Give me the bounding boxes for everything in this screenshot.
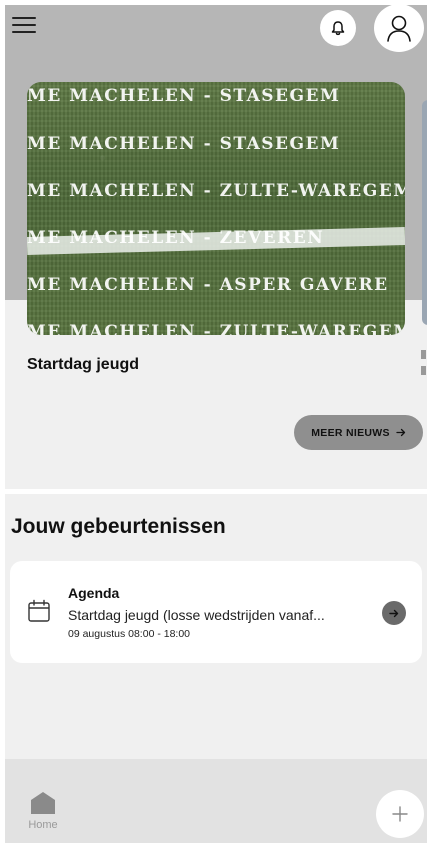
event-description: Startdag jeugd (losse wedstrijden vanaf.… [68, 607, 325, 623]
event-card[interactable]: Agenda Startdag jeugd (losse wedstrijden… [10, 561, 422, 663]
calendar-icon [28, 599, 50, 622]
card-text-line: ME MACHELEN - ASPER GAVERE [27, 275, 389, 295]
more-news-button[interactable]: MEER NIEUWS [294, 415, 423, 450]
event-time: 09 augustus 08:00 - 18:00 [68, 628, 191, 640]
card-text-line: ME MACHELEN - STASEGEM [27, 134, 341, 154]
notifications-button[interactable] [320, 10, 356, 46]
arrow-right-icon [396, 428, 405, 437]
card-overlay-text: ME MACHELEN - STASEGEM ME MACHELEN - STA… [27, 82, 405, 335]
card-text-line: ME MACHELEN - ZULTE-WAREGEM [27, 181, 405, 201]
next-news-card-peek[interactable] [422, 100, 427, 325]
bell-icon [331, 20, 345, 35]
user-icon [387, 15, 411, 42]
card-text-line: ME MACHELEN - ZEVEREN [27, 228, 325, 248]
card-text-line: ME MACHELEN - ZULTE-WAREGEM [27, 322, 405, 335]
news-card-title[interactable]: Startdag jeugd [27, 356, 139, 374]
event-open-button[interactable] [382, 601, 406, 625]
add-button[interactable] [376, 790, 424, 838]
nav-home-tab[interactable]: Home [23, 791, 63, 837]
plus-icon [392, 806, 408, 822]
event-type-label: Agenda [68, 585, 120, 601]
more-news-label: MEER NIEUWS [311, 426, 390, 439]
events-section-title: Jouw gebeurtenissen [11, 515, 226, 538]
news-card-image[interactable]: ME MACHELEN - STASEGEM ME MACHELEN - STA… [27, 82, 405, 335]
arrow-right-icon [389, 609, 399, 617]
section-divider [5, 489, 427, 494]
screen-edge-left [0, 0, 5, 843]
app-screen: ME MACHELEN - STASEGEM ME MACHELEN - STA… [0, 0, 427, 843]
bottom-navigation: Home [5, 759, 427, 843]
screen-edge-top [0, 0, 427, 5]
card-text-line: ME MACHELEN - STASEGEM [27, 86, 341, 106]
profile-button[interactable] [374, 4, 424, 52]
hamburger-menu-icon[interactable] [12, 17, 36, 37]
home-icon [31, 792, 55, 814]
nav-home-label: Home [28, 819, 58, 831]
next-card-title-peek [421, 350, 427, 380]
